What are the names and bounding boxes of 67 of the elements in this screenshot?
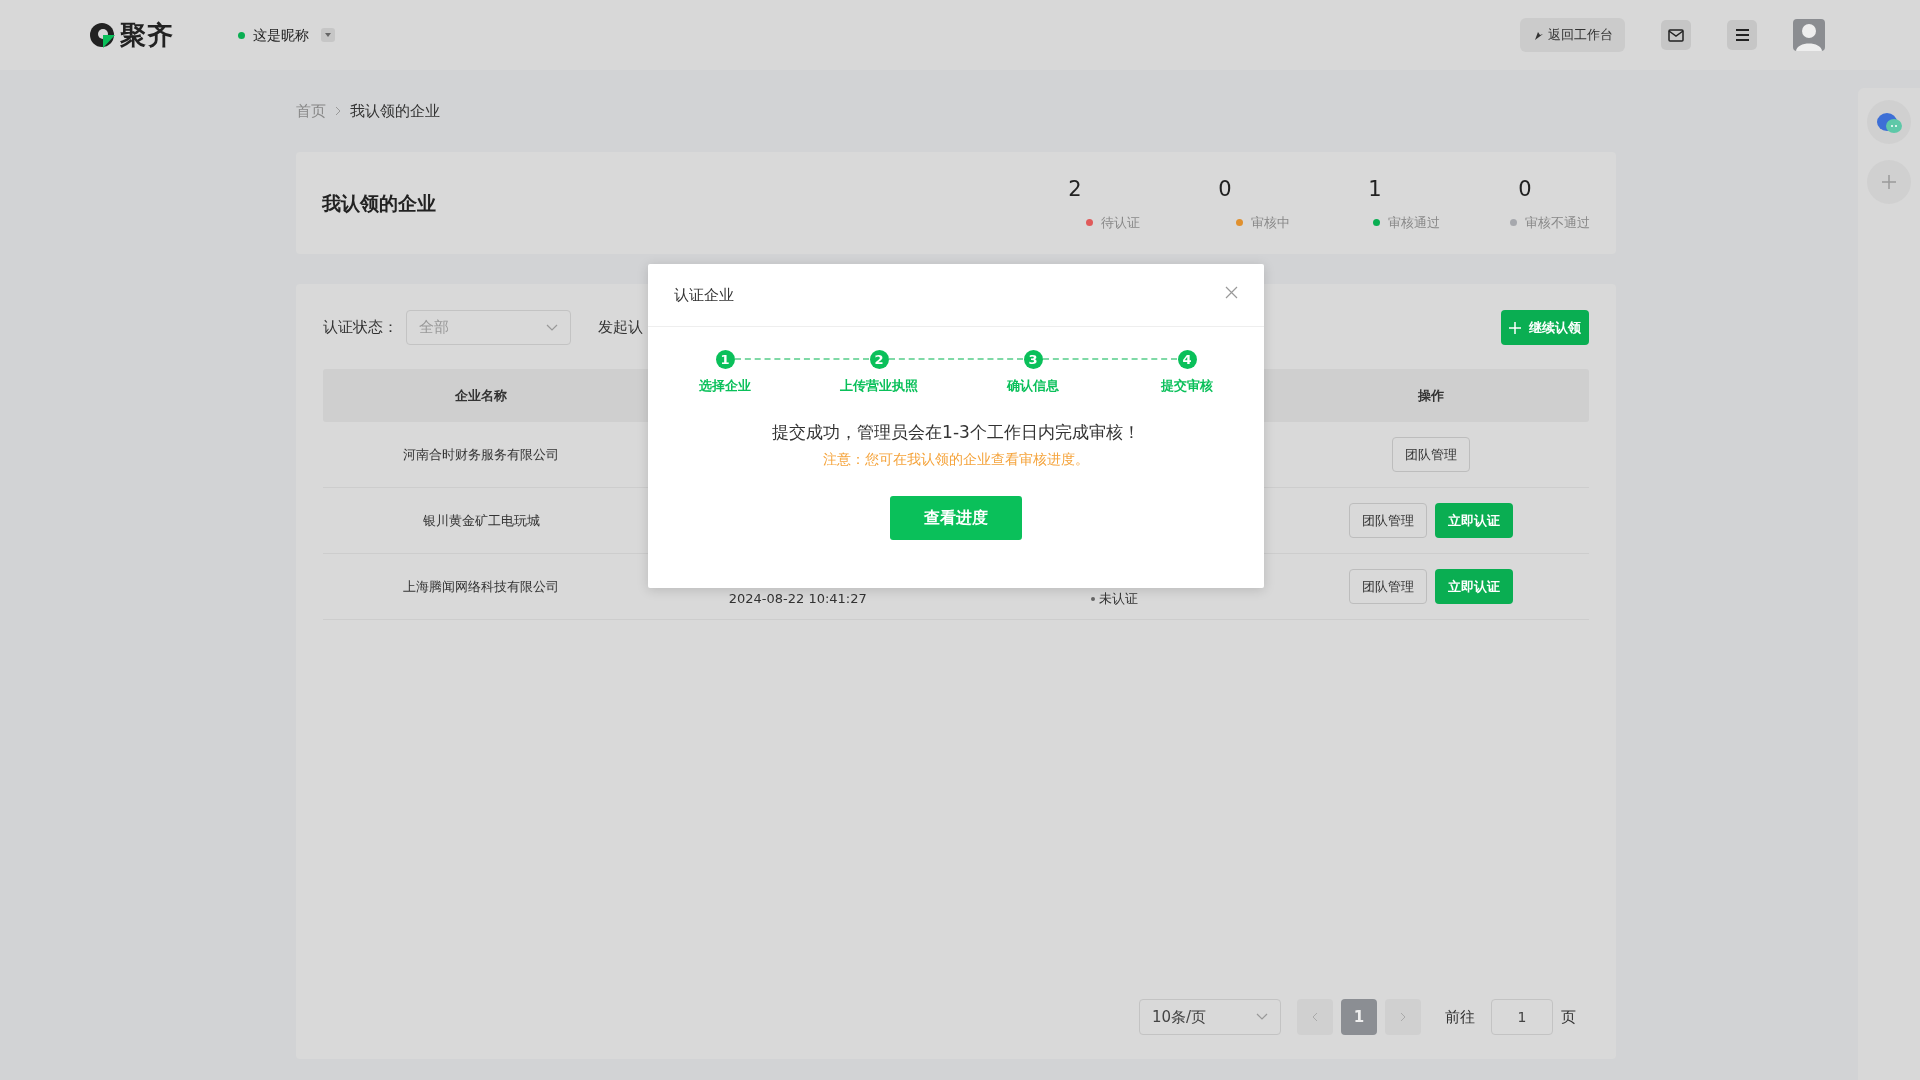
stat-label: 审核通过 <box>1388 214 1440 232</box>
page-input[interactable]: 1 <box>1491 999 1553 1035</box>
stat-label: 待认证 <box>1101 214 1140 232</box>
chevron-right-icon <box>1399 1012 1407 1022</box>
chevron-left-icon <box>1311 1012 1319 1022</box>
filter-label: 发起认 <box>598 317 643 339</box>
success-message: 提交成功，管理员会在1-3个工作日内完成审核！ <box>771 420 1141 444</box>
add-button[interactable] <box>1867 160 1911 204</box>
step-label: 确认信息 <box>1005 377 1060 395</box>
date-cell: 2024-08-22 10:41:27 <box>728 592 867 605</box>
filter-label: 认证状态： <box>323 317 398 339</box>
stat-label: 审核中 <box>1251 214 1290 232</box>
chevron-down-icon <box>1256 1013 1268 1021</box>
user-name: 这是昵称 <box>253 25 309 45</box>
step-label: 选择企业 <box>698 377 752 395</box>
menu-button[interactable] <box>1727 20 1757 50</box>
stat-count: 2 <box>1067 175 1083 203</box>
goto-label: 前往 <box>1445 1006 1475 1028</box>
stat-count: 1 <box>1367 175 1383 203</box>
verify-button[interactable]: 立即认证 <box>1434 503 1513 538</box>
step-number: 4 <box>1177 350 1197 370</box>
dialog-title: 认证企业 <box>674 284 734 306</box>
stat-count: 0 <box>1517 175 1533 203</box>
workbench-button[interactable]: 返回工作台 <box>1520 18 1625 52</box>
status-text: 未认证 <box>1098 592 1138 605</box>
company-name: 上海腾闻网络科技有限公司 <box>402 577 561 596</box>
page-title: 我认领的企业 <box>322 190 436 216</box>
page-unit-label: 页 <box>1561 1006 1576 1028</box>
continue-claim-button[interactable]: 继续认领 <box>1501 310 1589 345</box>
step-number: 3 <box>1023 350 1043 370</box>
chevron-down-icon <box>546 323 558 332</box>
breadcrumb-current: 我认领的企业 <box>350 101 440 122</box>
plus-icon <box>1509 321 1521 334</box>
breadcrumb-link[interactable]: 首页 <box>296 100 326 152</box>
company-name: 河南合时财务服务有限公司 <box>402 445 561 464</box>
step-number: 2 <box>869 350 889 370</box>
close-icon <box>1225 285 1238 299</box>
close-button[interactable] <box>1225 285 1238 299</box>
step-label: 上传营业执照 <box>839 377 919 395</box>
mail-icon <box>1668 27 1684 43</box>
caret-icon <box>324 31 332 39</box>
note-text: 注意：您可在我认领的企业查看审核进度。 <box>822 450 1090 469</box>
menu-icon <box>1734 28 1750 42</box>
dropdown-button[interactable] <box>321 28 335 42</box>
company-name: 银川黄金矿工电玩城 <box>421 511 541 530</box>
stat-count: 0 <box>1217 175 1233 203</box>
chevron-right-icon <box>334 105 342 117</box>
logo-text: 聚齐 <box>120 18 174 52</box>
team-manage-button[interactable]: 团队管理 <box>1348 503 1427 538</box>
page-button[interactable]: 1 <box>1341 999 1377 1035</box>
team-manage-button[interactable]: 团队管理 <box>1348 569 1427 604</box>
column-header: 操作 <box>1416 386 1445 405</box>
status-dot <box>1090 596 1095 601</box>
stat-label: 审核不通过 <box>1525 214 1590 232</box>
chat-button[interactable] <box>1867 100 1911 144</box>
logo-icon <box>88 21 116 49</box>
verify-button[interactable]: 立即认证 <box>1434 569 1513 604</box>
column-header: 企业名称 <box>454 386 509 405</box>
team-manage-button[interactable]: 团队管理 <box>1391 437 1470 472</box>
page-size-select[interactable]: 10条/页 <box>1139 999 1281 1035</box>
status-select[interactable]: 全部 <box>406 310 571 345</box>
mail-button[interactable] <box>1661 20 1691 50</box>
plus-icon <box>1881 174 1897 190</box>
view-progress-button[interactable]: 查看进度 <box>890 496 1022 540</box>
user-avatar[interactable] <box>1793 19 1825 51</box>
step-label: 提交审核 <box>1160 377 1214 395</box>
step-number: 1 <box>715 350 735 370</box>
